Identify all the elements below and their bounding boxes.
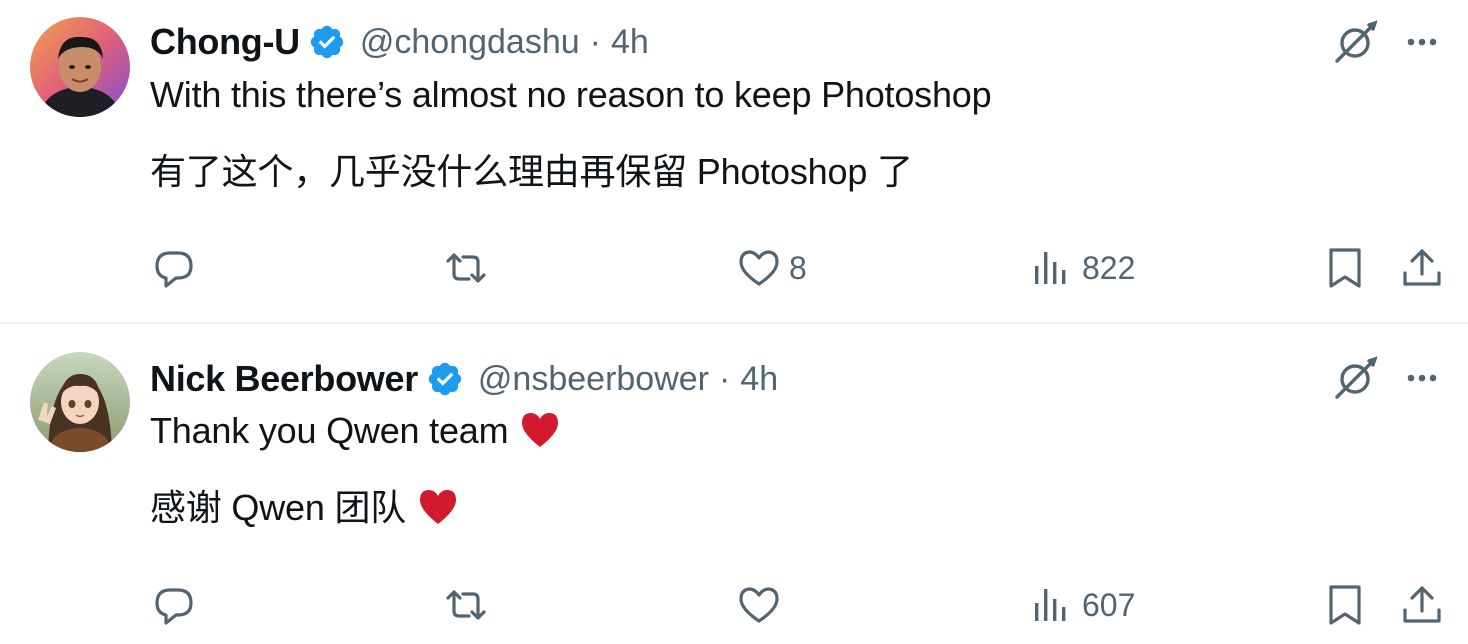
verified-badge-icon[interactable] xyxy=(426,360,464,398)
avatar[interactable] xyxy=(30,352,130,452)
author-handle[interactable]: @nsbeerbower xyxy=(478,360,709,399)
tweet-text-line: With this there’s almost no reason to ke… xyxy=(150,74,992,115)
retweet-button[interactable] xyxy=(444,583,496,627)
grok-icon[interactable] xyxy=(1334,356,1378,400)
reply-icon xyxy=(155,588,193,625)
tweet-header: Chong-U @chongdashu · 4h xyxy=(150,17,649,67)
tweet-text-line: 有了这个，几乎没什么理由再保留 Photoshop 了 xyxy=(150,151,913,192)
reply-icon xyxy=(155,251,193,288)
verified-badge-icon[interactable] xyxy=(308,23,346,61)
grok-icon[interactable] xyxy=(1334,20,1378,64)
avatar[interactable] xyxy=(30,17,130,117)
share-icon xyxy=(1403,249,1441,286)
like-count: 8 xyxy=(789,249,807,286)
author-name[interactable]: Chong-U xyxy=(150,21,300,63)
like-button[interactable] xyxy=(737,583,789,627)
views-icon xyxy=(1035,589,1066,621)
bookmark-button[interactable] xyxy=(1323,246,1367,290)
share-button[interactable] xyxy=(1400,246,1444,290)
reply-button[interactable] xyxy=(152,246,204,290)
retweet-button[interactable] xyxy=(444,246,496,290)
more-icon[interactable] xyxy=(1400,356,1444,400)
like-icon xyxy=(739,587,779,623)
views-icon xyxy=(1035,252,1066,284)
author-name[interactable]: Nick Beerbower xyxy=(150,358,418,400)
like-icon xyxy=(739,250,779,286)
tweet-header: Nick Beerbower @nsbeerbower · 4h xyxy=(150,354,778,404)
views-button[interactable]: 607 xyxy=(1030,583,1135,627)
bookmark-button[interactable] xyxy=(1323,583,1367,627)
reply-button[interactable] xyxy=(152,583,204,627)
author-handle[interactable]: @chongdashu xyxy=(360,23,580,62)
like-button[interactable]: 8 xyxy=(737,246,807,290)
share-button[interactable] xyxy=(1400,583,1444,627)
tweet[interactable]: Nick Beerbower @nsbeerbower · 4h Thank y… xyxy=(0,324,1468,644)
views-count: 607 xyxy=(1082,586,1136,623)
tweet[interactable]: Chong-U @chongdashu · 4h With this there… xyxy=(0,0,1468,323)
bookmark-icon xyxy=(1329,585,1361,625)
bookmark-icon xyxy=(1329,248,1361,288)
separator: · xyxy=(589,22,601,61)
tweet-feed: Chong-U @chongdashu · 4h With this there… xyxy=(0,0,1468,644)
retweet-icon xyxy=(446,590,486,620)
red-heart-emoji-icon xyxy=(520,411,560,449)
share-icon xyxy=(1403,586,1441,623)
tweet-text-line: 感谢 Qwen 团队 xyxy=(150,479,458,531)
more-icon[interactable] xyxy=(1400,20,1444,64)
red-heart-emoji-icon xyxy=(418,488,458,526)
tweet-text: 感谢 Qwen 团队 xyxy=(150,487,407,528)
views-button[interactable]: 822 xyxy=(1030,246,1135,290)
timestamp[interactable]: 4h xyxy=(611,23,649,62)
separator: · xyxy=(719,359,731,398)
tweet-text-line: Thank you Qwen team xyxy=(150,410,560,452)
tweet-text: Thank you Qwen team xyxy=(150,410,509,451)
retweet-icon xyxy=(446,253,486,283)
views-count: 822 xyxy=(1082,249,1136,286)
timestamp[interactable]: 4h xyxy=(740,360,778,399)
